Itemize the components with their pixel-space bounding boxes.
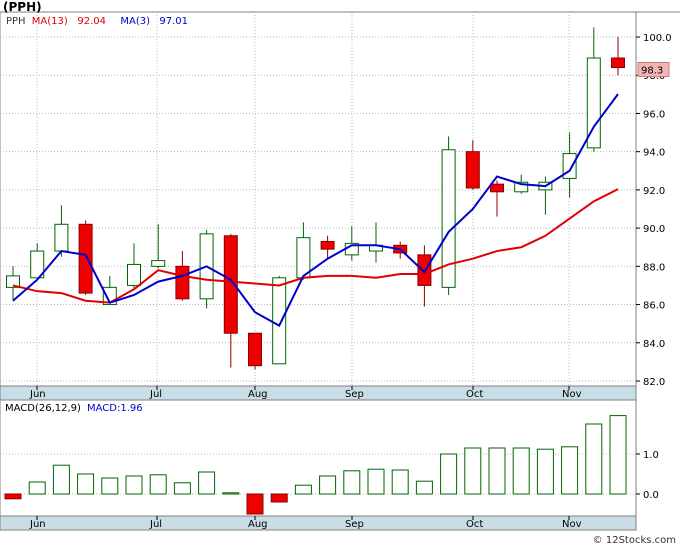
legend-value-1: 92.04 (77, 16, 106, 27)
site-credit: © 12Stocks.com (592, 535, 676, 546)
macd-bar (464, 447, 482, 495)
macd-bar (609, 415, 627, 495)
macd-bar (440, 453, 458, 495)
price-month-label: Jul (149, 389, 162, 400)
candle-body (175, 265, 190, 300)
macd-bar (198, 471, 216, 495)
macd-bar (28, 481, 46, 495)
price-month-label: Nov (562, 389, 582, 400)
macd-bar (77, 473, 95, 495)
candle-body (320, 240, 335, 250)
macd-bar (246, 493, 264, 515)
macd-y-tick-label: 0.0 (643, 490, 659, 501)
macd-bar (415, 480, 433, 495)
macd-bar (488, 447, 506, 495)
price-month-label: Aug (248, 389, 268, 400)
macd-bar (149, 474, 167, 495)
macd-value-label: MACD:1.96 (87, 403, 143, 414)
price-month-label: Sep (345, 389, 364, 400)
macd-month-label: Jul (149, 519, 162, 530)
price-y-tick-label: 100.0 (643, 33, 672, 44)
price-y-tick-label: 84.0 (643, 339, 665, 350)
macd-bar (101, 477, 119, 495)
macd-bar (52, 464, 70, 495)
candle-body (248, 332, 262, 367)
price-panel-frame (0, 11, 637, 387)
macd-month-label: Nov (562, 519, 582, 530)
macd-bar (512, 447, 530, 495)
macd-month-strip (0, 515, 637, 531)
macd-bar (585, 423, 603, 495)
macd-bar (343, 470, 361, 495)
candle-body (611, 57, 625, 69)
macd-bar (367, 468, 385, 495)
legend-label-2: MA(3) (120, 16, 150, 27)
candle-body (151, 260, 166, 267)
candle-body (54, 223, 69, 252)
price-month-label: Jun (29, 389, 46, 400)
macd-bar (391, 469, 409, 495)
candle-body (272, 277, 287, 365)
macd-bar (536, 448, 554, 495)
candle-body (127, 263, 141, 286)
chart-svg: 82.084.086.088.090.092.094.096.098.0100.… (0, 11, 680, 531)
price-y-tick-label: 94.0 (643, 148, 665, 159)
macd-bar (222, 492, 240, 495)
candle-body (78, 223, 93, 294)
chart-title: (PPH) (3, 0, 42, 14)
price-y-tick-label: 96.0 (643, 109, 665, 120)
price-y-tick-label: 92.0 (643, 186, 665, 197)
price-y-tick-label: 90.0 (643, 224, 665, 235)
macd-bar (270, 493, 288, 503)
macd-title: MACD(26,12,9) (5, 403, 81, 414)
macd-bar (561, 446, 579, 495)
macd-bar (125, 475, 143, 495)
price-month-label: Oct (466, 389, 483, 400)
price-y-tick-label: 88.0 (643, 262, 665, 273)
price-y-tick-label: 82.0 (643, 377, 665, 388)
last-price-label: 98.3 (641, 65, 663, 76)
macd-month-label: Jun (29, 519, 46, 530)
macd-month-label: Oct (466, 519, 483, 530)
price-y-tick-label: 86.0 (643, 301, 665, 312)
macd-bar (173, 482, 191, 495)
candle-body (490, 183, 504, 193)
macd-bar (294, 484, 312, 495)
legend-value-2: 97.01 (159, 16, 188, 27)
macd-y-tick-label: 1.0 (643, 450, 659, 461)
candle-body (465, 151, 480, 189)
legend-label-0: PPH (6, 16, 26, 27)
macd-month-label: Sep (345, 519, 364, 530)
price-month-strip (0, 385, 637, 401)
macd-bar (319, 475, 337, 495)
macd-month-label: Aug (248, 519, 268, 530)
macd-bar (4, 493, 22, 500)
chart-root: 82.084.086.088.090.092.094.096.098.0100.… (0, 0, 680, 546)
legend-label-1: MA(13) (32, 16, 68, 27)
